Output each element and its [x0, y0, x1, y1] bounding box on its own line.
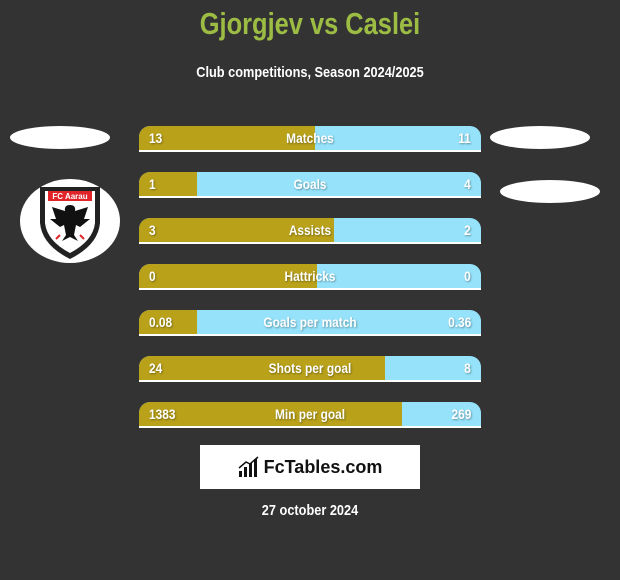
- left-value: 3: [149, 222, 156, 238]
- right-value: 2: [464, 222, 471, 238]
- stat-label: Goals per match: [263, 314, 357, 330]
- stat-label: Shots per goal: [268, 360, 352, 376]
- stat-label: Matches: [286, 130, 334, 146]
- stat-label: Hattricks: [284, 268, 336, 284]
- left-player-placeholder-top: [10, 126, 110, 149]
- right-value: 11: [458, 130, 471, 146]
- right-value: 269: [451, 406, 471, 422]
- stat-bar-goals-per-match: 0.08 Goals per match 0.36: [139, 310, 481, 336]
- right-value: 0: [464, 268, 471, 284]
- stat-label: Goals: [293, 176, 327, 192]
- stat-label: Min per goal: [274, 406, 346, 422]
- page-subtitle: Club competitions, Season 2024/2025: [196, 64, 424, 81]
- page-title: Gjorgjev vs Caslei: [199, 6, 421, 41]
- stat-bar-assists: 3 Assists 2: [139, 218, 481, 244]
- left-value: 0: [149, 268, 156, 284]
- right-value: 4: [464, 176, 471, 192]
- stat-bar-goals: 1 Goals 4: [139, 172, 481, 198]
- right-value: 8: [464, 360, 471, 376]
- stat-label: Assists: [288, 222, 332, 238]
- crest-label: FC Aarau: [52, 192, 87, 201]
- left-value: 1: [149, 176, 156, 192]
- date-label: 27 october 2024: [261, 502, 359, 519]
- left-value: 13: [149, 130, 163, 146]
- bar-chart-icon: [238, 456, 259, 477]
- right-team-placeholder: [500, 180, 600, 203]
- right-player-placeholder-top: [490, 126, 590, 149]
- right-value: 0.36: [447, 314, 471, 330]
- stat-bar-matches: 13 Matches 11: [139, 126, 481, 152]
- stat-bar-min-per-goal: 1383 Min per goal 269: [139, 402, 481, 428]
- team-logo-fc-aarau: FC Aarau: [20, 179, 120, 263]
- fc-aarau-crest-icon: FC Aarau: [40, 187, 100, 259]
- brand-name: FcTables.com: [263, 456, 383, 477]
- fctables-brand-banner[interactable]: FcTables.com: [200, 445, 420, 489]
- stat-bar-hattricks: 0 Hattricks 0: [139, 264, 481, 290]
- stat-bar-shots-per-goal: 24 Shots per goal 8: [139, 356, 481, 382]
- left-value: 24: [149, 360, 163, 376]
